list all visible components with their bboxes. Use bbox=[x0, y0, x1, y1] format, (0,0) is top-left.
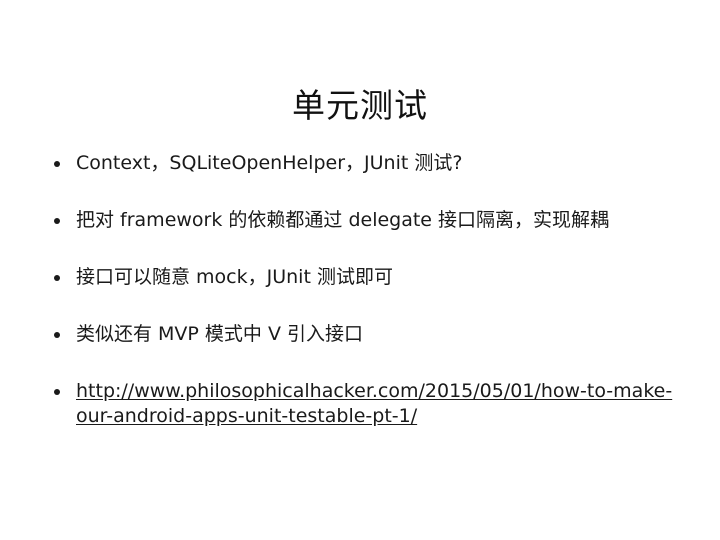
bullet-text: 接口可以随意 mock，JUnit 测试即可 bbox=[76, 266, 393, 288]
bullet-dot-icon bbox=[54, 218, 60, 224]
bullet-item-mvp: 类似还有 MVP 模式中 V 引入接口 bbox=[54, 322, 684, 347]
bullet-text: Context，SQLiteOpenHelper，JUnit 测试? bbox=[76, 152, 463, 174]
bullet-text: 类似还有 MVP 模式中 V 引入接口 bbox=[76, 323, 364, 345]
bullet-dot-icon bbox=[54, 332, 60, 338]
bullet-list: Context，SQLiteOpenHelper，JUnit 测试? 把对 fr… bbox=[54, 151, 684, 461]
slide-title: 单元测试 bbox=[292, 86, 428, 126]
bullet-dot-icon bbox=[54, 275, 60, 281]
bullet-item-link: http://www.philosophicalhacker.com/2015/… bbox=[54, 379, 684, 429]
bullet-item-mock: 接口可以随意 mock，JUnit 测试即可 bbox=[54, 265, 684, 290]
bullet-text: 把对 framework 的依赖都通过 delegate 接口隔离，实现解耦 bbox=[76, 209, 610, 231]
bullet-dot-icon bbox=[54, 161, 60, 167]
reference-link[interactable]: http://www.philosophicalhacker.com/2015/… bbox=[76, 380, 672, 427]
slide: 单元测试 Context，SQLiteOpenHelper，JUnit 测试? … bbox=[0, 0, 720, 540]
bullet-item-delegate: 把对 framework 的依赖都通过 delegate 接口隔离，实现解耦 bbox=[54, 208, 684, 233]
bullet-item-context: Context，SQLiteOpenHelper，JUnit 测试? bbox=[54, 151, 684, 176]
bullet-dot-icon bbox=[54, 389, 60, 395]
